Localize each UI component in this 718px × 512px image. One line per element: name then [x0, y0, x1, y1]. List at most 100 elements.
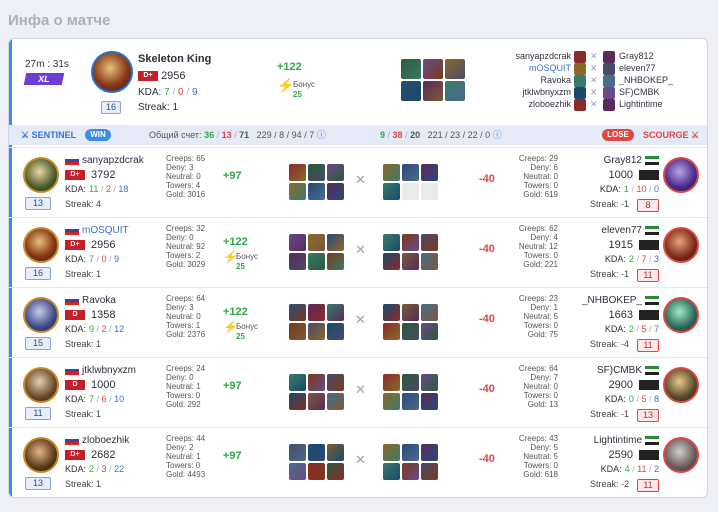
item-slot	[327, 164, 344, 181]
flag-icon	[645, 435, 659, 445]
item-slot	[421, 444, 438, 461]
versus-icon: ✕	[355, 452, 366, 467]
item-slot	[401, 59, 421, 79]
swords-icon: ⚔	[691, 130, 700, 140]
hero-icon	[603, 75, 615, 87]
opponent-streak: Streak: -1	[589, 199, 629, 209]
hero-icon	[574, 51, 586, 63]
hero-avatar	[663, 157, 699, 193]
item-slot	[383, 234, 400, 251]
item-slot	[289, 463, 306, 480]
item-slot	[308, 304, 325, 321]
total-score: Общий счет: 36 / 13 / 71 229 / 8 / 94 / …	[149, 130, 326, 140]
matchup-left-name[interactable]: zloboezhik	[471, 99, 571, 110]
opponent-rating: 1663	[569, 309, 659, 321]
player-name[interactable]: mOSQUIT	[65, 225, 129, 236]
item-slot	[402, 183, 419, 200]
matchup-right-name[interactable]: _NHBOKEP_	[619, 75, 673, 86]
player-kda: KDA: 2 / 3 / 22	[65, 464, 125, 474]
opponent-name[interactable]: Gray812	[569, 155, 659, 166]
item-slot	[421, 183, 438, 200]
hero-icon	[574, 75, 586, 87]
sentinel-label: ⚔ SENTINEL	[21, 130, 77, 140]
item-slot	[383, 323, 400, 340]
item-slot	[383, 304, 400, 321]
bonus-text: Бонус 25	[236, 322, 259, 341]
item-slot	[421, 164, 438, 181]
scourge-score: 9 / 38 / 20 221 / 23 / 22 / 0 ⓘ	[380, 130, 502, 140]
player-stats: Creeps: 44 Deny: 2 Neutral: 1 Towers: 0 Gold…	[166, 434, 206, 479]
rank-badge	[639, 240, 659, 251]
item-slot	[308, 374, 325, 391]
item-slot	[289, 234, 306, 251]
player-name[interactable]: Ravoka	[65, 295, 116, 306]
opponent-rating: 2900	[569, 379, 659, 391]
rank-badge: D	[65, 310, 85, 321]
rating-loss: -40	[479, 173, 495, 185]
item-slot	[289, 164, 306, 181]
matchup-right-name[interactable]: Gray812	[619, 51, 654, 62]
hero-level: 15	[25, 337, 51, 350]
item-slot	[289, 374, 306, 391]
item-slot	[383, 374, 400, 391]
player-name[interactable]: jtklwbnyxzm	[65, 365, 136, 376]
player-stats: Creeps: 64 Deny: 3 Neutral: 0 Towers: 1 Gold…	[166, 294, 206, 339]
item-slot	[402, 164, 419, 181]
matchup-left-name[interactable]: jtklwbnyxzm	[471, 87, 571, 98]
hero-avatar	[23, 157, 59, 193]
flag-icon	[645, 225, 659, 235]
rating-gain: +97	[223, 380, 242, 392]
matchup-right-name[interactable]: eleven77	[619, 63, 656, 74]
opponent-name[interactable]: eleven77	[569, 225, 659, 236]
swords-icon: ⚔	[21, 130, 30, 140]
flag-icon	[645, 365, 659, 375]
matchup-left-name[interactable]: mOSQUIT	[471, 63, 571, 74]
player-row: 13 sanyapzdcrak D+ 3792 KDA: 11 / 2 / 18 Strea…	[9, 147, 707, 217]
item-slot	[421, 253, 438, 270]
opponent-stats: Creeps: 64 Deny: 7 Neutral: 0 Towers: 0 Gold…	[518, 364, 558, 409]
hero-avatar	[23, 437, 59, 473]
rating-loss: -40	[479, 243, 495, 255]
opponent-stats: Creeps: 23 Deny: 1 Neutral: 5 Towers: 0 Gold…	[518, 294, 558, 339]
best-player-rating-line: D+ 2956	[138, 70, 186, 82]
hero-avatar	[23, 297, 59, 333]
rating-loss: -40	[479, 313, 495, 325]
versus-icon: ✕	[590, 75, 598, 85]
player-name[interactable]: sanyapzdcrak	[65, 155, 144, 166]
item-slot	[445, 59, 465, 79]
opponent-name[interactable]: Lightintime	[569, 435, 659, 446]
rank-badge: D+	[65, 450, 85, 461]
matchup-left-name[interactable]: sanyapzdcrak	[471, 51, 571, 62]
versus-icon: ✕	[590, 51, 598, 61]
matchup-right-name[interactable]: Lightintime	[619, 99, 663, 110]
matchup-right-name[interactable]: SF)CMBK	[619, 87, 660, 98]
player-name[interactable]: zloboezhik	[65, 435, 129, 446]
flag-icon	[65, 225, 79, 235]
item-slot	[327, 253, 344, 270]
opponent-kda: KDA: 2 / 5 / 7	[604, 324, 659, 334]
opponent-name[interactable]: _NHBOKEP_	[569, 295, 659, 306]
item-slot	[383, 164, 400, 181]
hero-icon	[574, 87, 586, 99]
item-slot	[308, 323, 325, 340]
player-kda: KDA: 7 / 6 / 10	[65, 394, 125, 404]
player-rating: D 1358	[65, 309, 115, 321]
item-slot	[327, 444, 344, 461]
item-slot	[421, 234, 438, 251]
opponent-rating: 1000	[569, 169, 659, 181]
matchup-left-name[interactable]: Ravoka	[471, 75, 571, 86]
opponent-stats: Creeps: 29 Deny: 6 Neutral: 0 Towers: 0 Gold…	[518, 154, 558, 199]
opponent-kda: KDA: 2 / 7 / 3	[604, 254, 659, 264]
hero-avatar	[663, 227, 699, 263]
flag-icon	[65, 435, 79, 445]
item-slot	[402, 393, 419, 410]
opponent-streak: Streak: -4	[589, 339, 629, 349]
opponent-name[interactable]: SF)CMBK	[569, 365, 659, 376]
item-slot	[402, 463, 419, 480]
rank-badge	[639, 170, 659, 181]
item-slot	[421, 323, 438, 340]
item-slot	[383, 393, 400, 410]
opponent-rating: 2590	[569, 449, 659, 461]
player-rating: D 1000	[65, 379, 115, 391]
best-player-name[interactable]: Skeleton King	[138, 53, 211, 65]
